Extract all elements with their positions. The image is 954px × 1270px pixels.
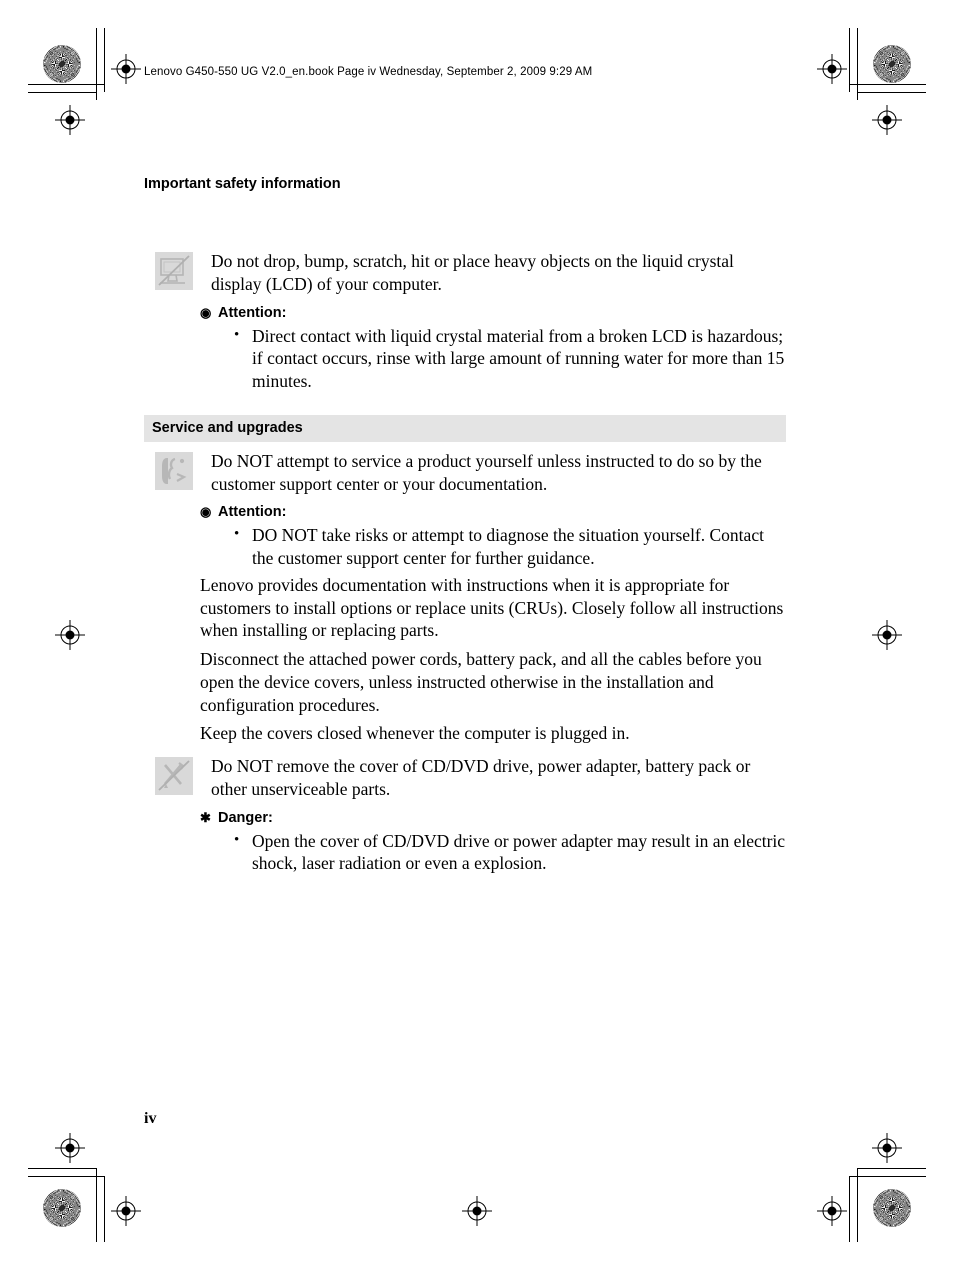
bullseye-marker-icon: ◉ (200, 304, 212, 320)
crop-mark-line (849, 1176, 850, 1242)
registration-mark-left-top (55, 105, 85, 135)
list-item: • DO NOT take risks or attempt to diagno… (200, 524, 786, 570)
danger-heading: ✱ Danger: (200, 810, 786, 826)
attention-item-text: DO NOT take risks or attempt to diagnose… (252, 525, 764, 568)
lcd-warning-text: Do not drop, bump, scratch, hit or place… (211, 251, 734, 294)
service-paragraph: Keep the covers closed whenever the comp… (200, 723, 630, 744)
crop-mark-line (96, 28, 97, 100)
print-job-header: Lenovo G450-550 UG V2.0_en.book Page iv … (144, 66, 593, 78)
crop-mark-line (857, 92, 926, 93)
page-content: Important safety information Do not drop… (144, 176, 786, 879)
crop-mark-line (857, 1168, 858, 1242)
attention-list: • Direct contact with liquid crystal mat… (200, 325, 786, 393)
crop-mark-line (28, 1176, 104, 1177)
crop-mark-line (849, 1176, 926, 1177)
crop-mark-line (104, 1176, 105, 1242)
lcd-warning-block: Do not drop, bump, scratch, hit or place… (144, 250, 786, 296)
rosette-target-bottom-left (43, 1189, 81, 1227)
service-warning-text: Do NOT attempt to service a product your… (211, 450, 762, 494)
registration-mark-bottom-right (817, 1196, 847, 1226)
crop-mark-line (28, 84, 104, 85)
registration-mark-right-middle (872, 620, 902, 650)
attention-list: • DO NOT take risks or attempt to diagno… (200, 524, 786, 570)
crop-mark-line (96, 1168, 97, 1242)
rosette-target-bottom-right (873, 1189, 911, 1227)
no-lcd-impact-icon (155, 252, 193, 290)
crop-mark-line (857, 28, 858, 100)
cover-warning-block: Do NOT remove the cover of CD/DVD drive,… (144, 755, 786, 801)
bullet-icon: • (234, 831, 240, 848)
section-banner-service-and-upgrades: Service and upgrades (144, 414, 786, 442)
danger-item-text: Open the cover of CD/DVD drive or power … (252, 830, 786, 874)
attention-item-text: Direct contact with liquid crystal mater… (252, 325, 785, 392)
crop-mark-line (104, 28, 105, 92)
support-telephone-icon (155, 451, 193, 490)
starburst-marker-icon: ✱ (200, 809, 211, 825)
lcd-attention-block: ◉ Attention: • Direct contact with liqui… (144, 305, 786, 393)
registration-mark-bottom-center (462, 1196, 492, 1226)
registration-mark-top-left (111, 54, 141, 84)
list-item: • Direct contact with liquid crystal mat… (200, 325, 786, 393)
service-paragraph: Disconnect the attached power cords, bat… (200, 649, 762, 715)
bullet-icon: • (234, 326, 240, 343)
crop-mark-line (857, 1168, 926, 1169)
attention-label: Attention: (218, 304, 287, 321)
registration-mark-right-top (872, 105, 902, 135)
page-title: Important safety information (144, 176, 341, 192)
crop-mark-line (28, 1168, 96, 1169)
danger-label: Danger: (218, 809, 273, 826)
cover-danger-block: ✱ Danger: • Open the cover of CD/DVD dri… (144, 810, 786, 876)
page-number: iv (144, 1110, 157, 1127)
attention-heading: ◉ Attention: (200, 504, 786, 520)
bullet-icon: • (234, 526, 240, 543)
service-warning-block: Do NOT attempt to service a product your… (144, 450, 786, 496)
cover-warning-text: Do NOT remove the cover of CD/DVD drive,… (211, 756, 751, 799)
registration-mark-left-bottom (55, 1133, 85, 1163)
attention-label: Attention: (218, 504, 287, 521)
registration-mark-top-right (817, 54, 847, 84)
no-service-tools-icon (155, 757, 193, 795)
list-item: • Open the cover of CD/DVD drive or powe… (200, 830, 786, 876)
service-paragraph: Lenovo provides documentation with instr… (200, 574, 784, 641)
rosette-target-top-left (43, 45, 81, 83)
crop-mark-line (849, 28, 850, 92)
bullseye-marker-icon: ◉ (200, 504, 212, 520)
crop-mark-line (28, 92, 96, 93)
registration-mark-bottom-left (111, 1196, 141, 1226)
registration-mark-right-bottom (872, 1133, 902, 1163)
danger-list: • Open the cover of CD/DVD drive or powe… (200, 830, 786, 876)
service-attention-block: ◉ Attention: • DO NOT take risks or atte… (144, 504, 786, 570)
crop-mark-line (849, 84, 926, 85)
registration-mark-left-middle (55, 620, 85, 650)
attention-heading: ◉ Attention: (200, 305, 786, 321)
rosette-target-top-right (873, 45, 911, 83)
